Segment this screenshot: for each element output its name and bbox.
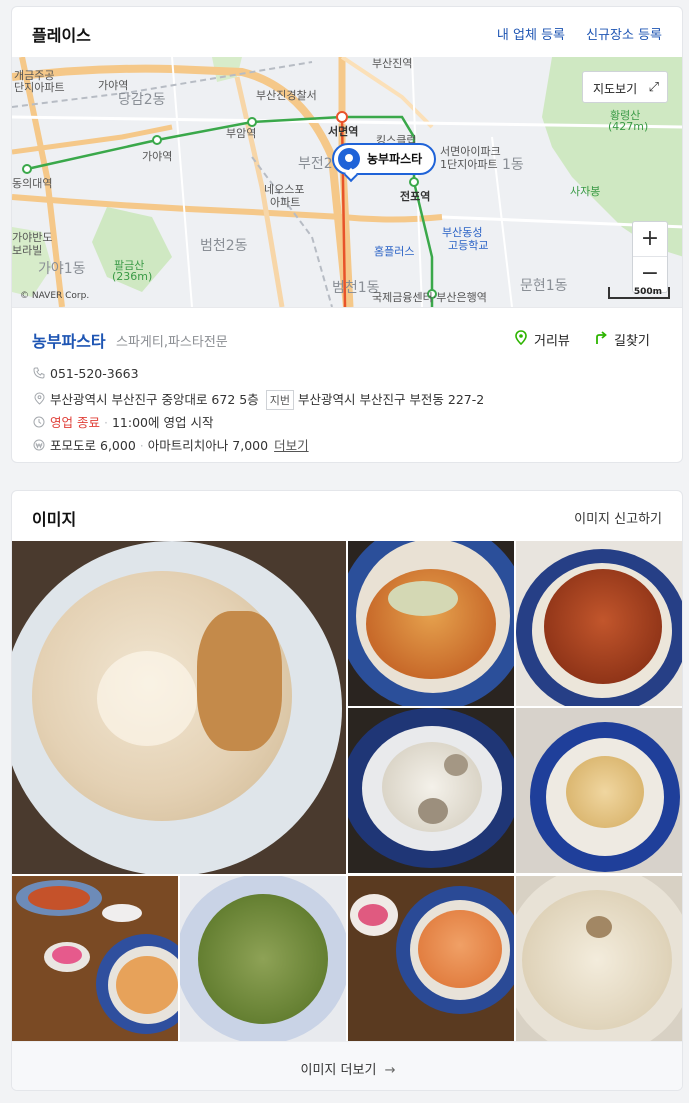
business-status: 영업 종료 — [50, 415, 100, 430]
menu-item-name: 아마트리치아나 — [147, 438, 229, 453]
arrow-right-icon: → — [384, 1063, 396, 1078]
jibun-address: 부산광역시 부산진구 부전동 227-2 — [297, 392, 485, 407]
image-header: 이미지 이미지 신고하기 — [12, 491, 682, 541]
map-label: 부산진경찰서 — [256, 89, 317, 102]
map-label: 전포역 — [400, 190, 431, 203]
place-category: 스파게티,파스타전문 — [116, 335, 228, 350]
map-label: 사자봉 — [570, 185, 601, 198]
jibun-tag: 지번 — [265, 390, 294, 410]
menu-row: 포모도로 6,000 · 아마트리치아나 7,000 더보기 — [32, 435, 309, 454]
place-section-title: 플레이스 — [32, 26, 91, 45]
place-marker[interactable]: 농부파스타 — [332, 143, 437, 183]
map-label: (427m) — [608, 120, 649, 133]
street-view-label: 거리뷰 — [534, 334, 570, 349]
menu-more-link[interactable]: 더보기 — [274, 438, 309, 453]
address-row: 부산광역시 부산진구 중앙대로 672 5층 지번 부산광역시 부산진구 부전동 2… — [32, 389, 484, 410]
location-pin-icon — [32, 392, 46, 406]
map-label: 문현1동 — [520, 278, 568, 294]
map-copyright: © NAVER Corp. — [20, 291, 90, 301]
phone-icon — [32, 367, 46, 381]
image-more-label: 이미지 더보기 — [300, 1063, 377, 1078]
marker-pin-icon — [338, 148, 360, 170]
map-label: 홈플러스 — [374, 245, 415, 258]
bolognese-photo[interactable] — [516, 541, 682, 706]
street-view-button[interactable]: 거리뷰 — [514, 330, 570, 349]
directions-button[interactable]: 길찾기 — [594, 330, 650, 349]
basil-pesto-photo[interactable] — [180, 876, 346, 1041]
place-info: 농부파스타 스파게티,파스타전문 거리뷰 길찾기 051-520-3663 부산… — [12, 307, 682, 462]
rose-pasta-photo[interactable] — [348, 876, 514, 1041]
map-label: 가야1동 — [38, 261, 86, 277]
street-view-pin-icon — [514, 330, 528, 349]
map-label: 아파트 — [270, 196, 301, 209]
map-label: 가야역 — [142, 150, 173, 163]
zoom-control: + − — [632, 221, 668, 293]
image-section-title: 이미지 — [32, 510, 77, 529]
map-label: 부산진역 — [372, 57, 413, 70]
my-business-register-link[interactable]: 내 업체 등록 — [497, 24, 565, 43]
menu-item-name: 포모도로 — [50, 438, 97, 453]
phone-number[interactable]: 051-520-3663 — [50, 366, 139, 381]
map-label: 동의대역 — [12, 177, 53, 190]
menu-item-price: 7,000 — [232, 438, 269, 453]
hours-note[interactable]: 11:00에 영업 시작 — [112, 415, 213, 430]
map-view-button[interactable]: 지도보기 ⤢ — [582, 71, 668, 103]
carbonara-photo[interactable] — [516, 876, 682, 1041]
map-label: 당감2동 — [118, 92, 166, 108]
map-label: 1동 — [502, 157, 524, 173]
zoom-in-button[interactable]: + — [633, 222, 667, 257]
table-pasta-photo[interactable] — [12, 876, 178, 1041]
map-label: (236m) — [112, 270, 153, 283]
marker-label: 농부파스타 — [367, 152, 423, 166]
map-scale-bar — [608, 287, 670, 299]
new-place-register-link[interactable]: 신규장소 등록 — [586, 24, 662, 43]
map-label: 부전2 — [298, 156, 333, 172]
cream-pasta-photo[interactable] — [12, 541, 346, 874]
directions-arrow-icon — [594, 330, 608, 349]
menu-item-price: 6,000 — [100, 438, 136, 453]
phone-row: 051-520-3663 — [32, 366, 139, 381]
image-card: 이미지 이미지 신고하기 이미지 더보기 → — [11, 490, 683, 1091]
clock-icon — [32, 416, 46, 430]
image-more-button[interactable]: 이미지 더보기 → — [12, 1041, 682, 1090]
map-label: 서면역 — [328, 125, 359, 138]
garlic-pasta-photo[interactable] — [516, 708, 682, 873]
seafood-spaghetti-photo[interactable] — [348, 541, 514, 706]
map-label: 단지아파트 — [14, 81, 65, 94]
map-label: 1단지아파트 — [440, 158, 498, 171]
separator-dot: · — [103, 415, 108, 430]
road-address: 부산광역시 부산진구 중앙대로 672 5층 — [50, 392, 259, 407]
map[interactable]: 개금주공 단지아파트 가야역 당감2동 부산진경찰서 부산진역 서면역 킹스클럽… — [12, 57, 682, 307]
expand-icon: ⤢ — [648, 80, 659, 95]
place-header: 플레이스 내 업체 등록 신규장소 등록 — [12, 7, 682, 57]
hours-row: 영업 종료 · 11:00에 영업 시작 — [32, 412, 213, 431]
map-label: 범천2동 — [200, 238, 248, 254]
map-label: 고등학교 — [448, 239, 489, 252]
separator-dot: · — [139, 438, 144, 453]
image-report-link[interactable]: 이미지 신고하기 — [574, 508, 662, 527]
won-icon — [32, 439, 46, 453]
map-view-label: 지도보기 — [593, 82, 638, 96]
map-label: 보라빌 — [12, 244, 43, 257]
map-label: 부암역 — [226, 127, 257, 140]
directions-label: 길찾기 — [614, 334, 650, 349]
map-label: 국제금융센터·부산은행역 — [372, 291, 487, 304]
place-name-link[interactable]: 농부파스타 — [32, 328, 106, 352]
mushroom-cream-photo[interactable] — [348, 708, 514, 873]
place-card: 플레이스 내 업체 등록 신규장소 등록 개금주공 단지아파트 가야역 당감2동… — [11, 6, 683, 463]
